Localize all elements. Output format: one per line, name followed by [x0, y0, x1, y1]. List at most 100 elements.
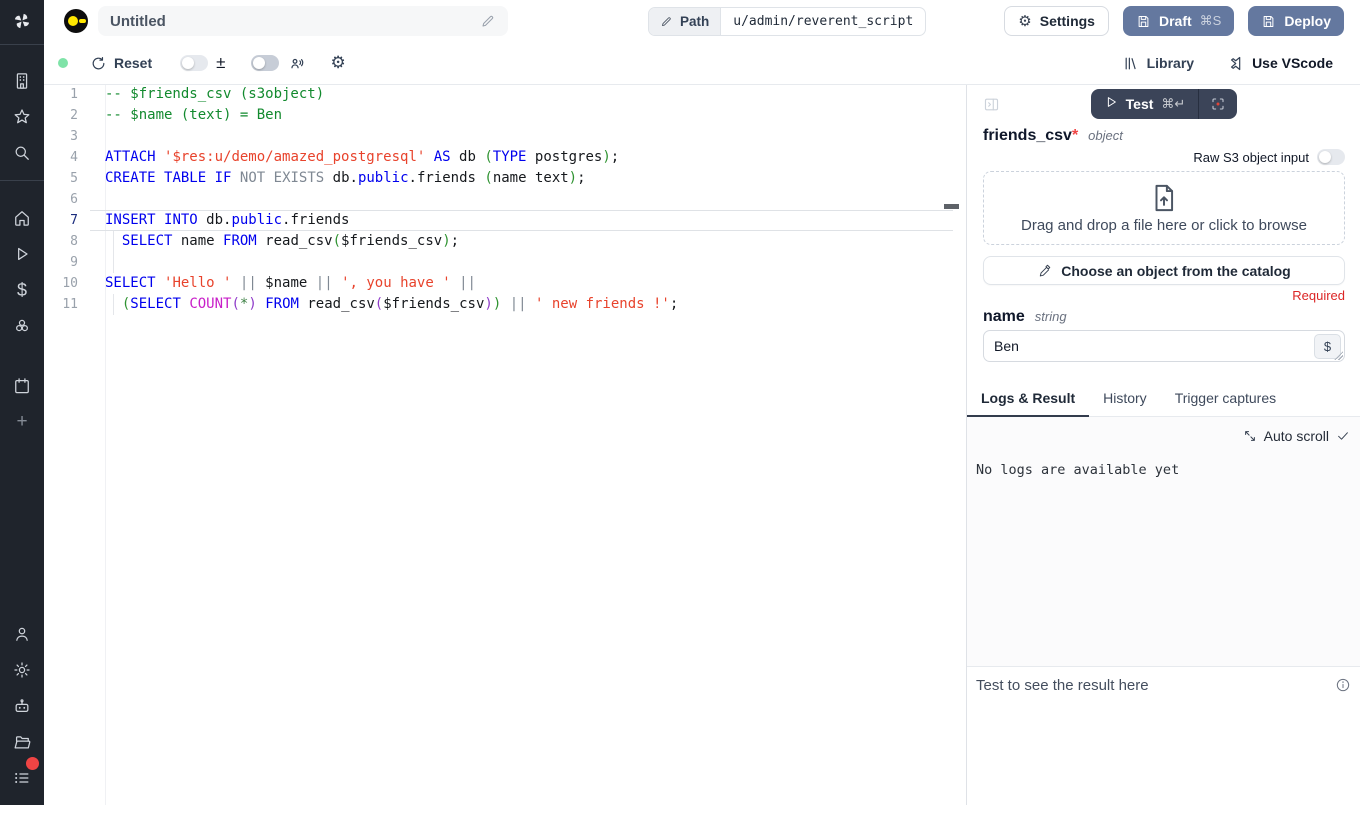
deploy-button[interactable]: Deploy — [1248, 6, 1344, 36]
no-logs-message: No logs are available yet — [976, 462, 1179, 478]
code-line-1[interactable]: 1 -- $friends_csv (s3object) — [44, 84, 966, 105]
diff-toggle[interactable] — [180, 55, 208, 71]
status-dot-green — [58, 58, 68, 68]
path-label: Path — [680, 14, 709, 29]
notification-dot — [26, 757, 39, 770]
code-text: CREATE TABLE IF NOT EXISTS db.public.fri… — [90, 168, 953, 189]
editor-toolbar: Reset ± ⚙ Library Use VScode — [44, 42, 1360, 84]
favorites-star-icon[interactable] — [11, 106, 33, 128]
code-line-8[interactable]: 8 SELECT name FROM read_csv($friends_csv… — [44, 231, 966, 252]
script-title-input[interactable]: Untitled — [98, 6, 508, 36]
info-icon[interactable] — [1335, 677, 1351, 693]
arg-name: friends_csv* — [983, 127, 1078, 145]
library-button[interactable]: Library — [1123, 55, 1194, 72]
code-line-3[interactable]: 3 — [44, 126, 966, 147]
name-input[interactable]: Ben $ — [983, 330, 1345, 362]
code-text: (SELECT COUNT(*) FROM read_csv($friends_… — [90, 294, 953, 315]
code-text: ATTACH '$res:u/demo/amazed_postgresql' A… — [90, 147, 953, 168]
user-icon[interactable] — [11, 623, 33, 645]
code-line-6[interactable]: 6 — [44, 189, 966, 210]
create-plus-icon[interactable]: + — [11, 411, 33, 433]
users-icon — [289, 55, 306, 72]
toolbar-bottom-border — [44, 84, 1360, 85]
required-asterisk: * — [1072, 127, 1078, 144]
line-number: 6 — [44, 189, 78, 210]
path-button[interactable]: Path — [649, 8, 721, 35]
code-line-11[interactable]: 11 (SELECT COUNT(*) FROM read_csv($frien… — [44, 294, 966, 315]
code-text — [90, 126, 953, 147]
code-line-5[interactable]: 5 CREATE TABLE IF NOT EXISTS db.public.fr… — [44, 168, 966, 189]
result-tabs: Logs & Result History Trigger captures — [967, 390, 1360, 417]
code-editor[interactable]: 1 -- $friends_csv (s3object)2-- $name (te… — [44, 84, 966, 805]
editor-settings-gear-icon[interactable]: ⚙ — [330, 55, 345, 72]
required-label: Required — [983, 288, 1345, 303]
line-number: 11 — [44, 294, 78, 315]
ai-assistant-robot-icon[interactable] — [11, 695, 33, 717]
arg-type: string — [1035, 309, 1067, 324]
tab-history[interactable]: History — [1089, 390, 1161, 416]
arg-name-header: name string — [983, 308, 1345, 326]
workspace-building-icon[interactable] — [11, 70, 33, 92]
code-line-7[interactable]: 7 INSERT INTO db.public.friends — [44, 210, 966, 231]
code-line-2[interactable]: 2-- $name (text) = Ben — [44, 105, 966, 126]
line-number: 10 — [44, 273, 78, 294]
checkmark-icon — [1336, 429, 1350, 443]
collapse-panel-icon[interactable] — [983, 96, 1000, 113]
line-number: 4 — [44, 147, 78, 168]
resources-icon[interactable] — [11, 315, 33, 337]
windmill-logo-icon[interactable] — [11, 10, 33, 32]
capture-test-icon[interactable] — [1199, 89, 1237, 119]
tab-logs-result[interactable]: Logs & Result — [967, 390, 1089, 417]
raw-s3-toggle[interactable] — [1317, 149, 1345, 165]
plus-minus-icon: ± — [216, 53, 225, 73]
play-icon — [1104, 95, 1118, 114]
choose-object-catalog-button[interactable]: Choose an object from the catalog — [983, 256, 1345, 285]
dropper-icon — [1037, 263, 1052, 278]
arg-name: name — [983, 308, 1025, 326]
line-number: 1 — [44, 84, 78, 105]
test-panel: Test ⌘↵ friends_csv* object Raw S3 objec… — [966, 84, 1360, 805]
settings-button[interactable]: ⚙ Settings — [1004, 6, 1109, 36]
code-text: -- $friends_csv (s3object) — [90, 84, 953, 105]
library-icon — [1123, 55, 1140, 72]
test-panel-header: Test ⌘↵ — [983, 89, 1345, 119]
test-button[interactable]: Test ⌘↵ — [1091, 89, 1199, 119]
edit-title-pencil-icon[interactable] — [480, 13, 496, 29]
code-line-9[interactable]: 9 — [44, 252, 966, 273]
auto-scroll-control[interactable]: Auto scroll — [1243, 428, 1350, 444]
top-bar: Untitled Path u/admin/reverent_script ⚙ … — [44, 0, 1360, 42]
code-text — [90, 189, 953, 210]
code-text: INSERT INTO db.public.friends — [90, 210, 953, 231]
use-vscode-button[interactable]: Use VScode — [1228, 55, 1333, 72]
schedules-calendar-icon[interactable] — [11, 375, 33, 397]
code-text: -- $name (text) = Ben — [90, 105, 953, 126]
resize-grip[interactable] — [1334, 351, 1343, 360]
overview-ruler-cursor-marker — [944, 204, 959, 209]
settings-gear-icon[interactable] — [11, 659, 33, 681]
line-number: 5 — [44, 168, 78, 189]
vscode-icon — [1228, 55, 1245, 72]
draft-button[interactable]: Draft ⌘S — [1123, 6, 1234, 36]
duckdb-language-icon — [64, 9, 88, 33]
folders-icon[interactable] — [11, 731, 33, 753]
name-input-value: Ben — [994, 338, 1334, 354]
raw-s3-row: Raw S3 object input — [983, 147, 1345, 167]
home-icon[interactable] — [11, 207, 33, 229]
code-text: SELECT name FROM read_csv($friends_csv); — [90, 231, 953, 252]
tab-trigger-captures[interactable]: Trigger captures — [1161, 390, 1290, 416]
multiplayer-toggle[interactable] — [251, 55, 279, 71]
code-line-10[interactable]: 10SELECT 'Hello ' || $name || ', you hav… — [44, 273, 966, 294]
draft-shortcut: ⌘S — [1200, 13, 1222, 29]
line-number: 3 — [44, 126, 78, 147]
changelog-list-icon[interactable] — [11, 767, 33, 789]
variables-dollar-icon[interactable]: $ — [11, 279, 33, 301]
save-icon — [1261, 14, 1276, 29]
line-number: 7 — [44, 210, 78, 231]
path-widget[interactable]: Path u/admin/reverent_script — [648, 7, 926, 36]
runs-play-icon[interactable] — [11, 243, 33, 265]
code-line-4[interactable]: 4 ATTACH '$res:u/demo/amazed_postgresql' … — [44, 147, 966, 168]
search-icon[interactable] — [11, 142, 33, 164]
file-dropzone[interactable]: Drag and drop a file here or click to br… — [983, 171, 1345, 245]
sidebar-divider — [0, 180, 44, 181]
reset-button[interactable]: Reset — [90, 55, 152, 72]
